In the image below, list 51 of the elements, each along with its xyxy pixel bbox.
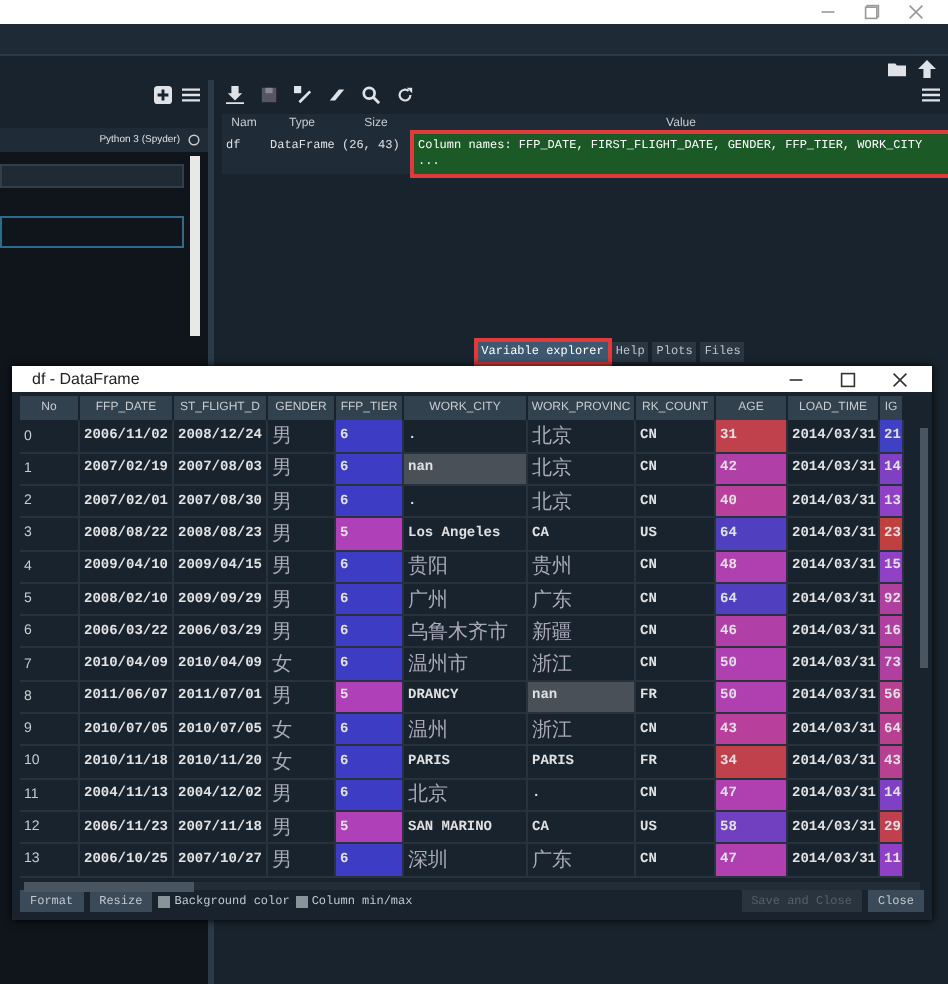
table-cell: 男 — [268, 453, 336, 486]
table-cell: 广东 — [528, 583, 636, 617]
table-cell: 浙江 — [528, 714, 636, 747]
table-cell: 男 — [268, 583, 336, 617]
table-cell: 男 — [268, 518, 336, 552]
table-cell: 男 — [268, 844, 336, 878]
import-icon[interactable] — [226, 85, 244, 103]
input-field[interactable] — [0, 216, 184, 248]
scrollbar[interactable] — [24, 881, 920, 890]
menu-icon[interactable] — [922, 85, 940, 103]
search-icon[interactable] — [362, 85, 380, 103]
window-title: df - DataFrame — [32, 370, 142, 389]
table-cell: 男 — [268, 681, 336, 715]
table-cell: 女 — [268, 714, 336, 747]
table-cell: 男 — [268, 551, 336, 584]
table-cell: 贵阳 — [404, 551, 528, 584]
table-cell: 新疆 — [528, 616, 636, 649]
table-cell: 男 — [268, 616, 336, 649]
menu-icon[interactable] — [182, 85, 200, 103]
table-cell: 浙江 — [528, 648, 636, 682]
table-cell: 北京 — [404, 779, 528, 812]
table-cell: 北京 — [528, 453, 636, 486]
table-cell: 广东 — [528, 844, 636, 878]
scrollbar[interactable] — [190, 156, 200, 336]
table-cell: 北京 — [528, 420, 636, 454]
maximize-icon[interactable] — [840, 371, 856, 388]
table-cell: 广州 — [404, 583, 528, 617]
plus-icon[interactable] — [154, 85, 172, 103]
table-cell: 男 — [268, 779, 336, 812]
table-cell: 温州市 — [404, 648, 528, 682]
table-cell: 北京 — [528, 485, 636, 519]
table-cell: 男 — [268, 485, 336, 519]
table-cell: 温州 — [404, 714, 528, 747]
input-field[interactable] — [0, 164, 184, 188]
table-cell: 女 — [268, 648, 336, 682]
table-cell: 男 — [268, 420, 336, 454]
circle-icon[interactable] — [188, 134, 200, 146]
checkbox[interactable] — [158, 895, 171, 907]
scrollbar[interactable] — [920, 428, 928, 668]
edit-icon[interactable] — [294, 85, 312, 103]
table-cell: 贵州 — [528, 551, 636, 584]
up-arrow-icon[interactable] — [918, 59, 936, 77]
table-cell: 男 — [268, 811, 336, 845]
table-cell: 深圳 — [404, 844, 528, 878]
eraser-icon[interactable] — [328, 85, 346, 103]
checkbox[interactable] — [295, 895, 308, 907]
table-cell: 乌鲁木齐市 — [404, 616, 528, 649]
close-icon[interactable] — [892, 371, 908, 388]
table-cell: 女 — [268, 746, 336, 780]
save-icon[interactable] — [260, 85, 278, 103]
refresh-icon[interactable] — [396, 85, 414, 103]
